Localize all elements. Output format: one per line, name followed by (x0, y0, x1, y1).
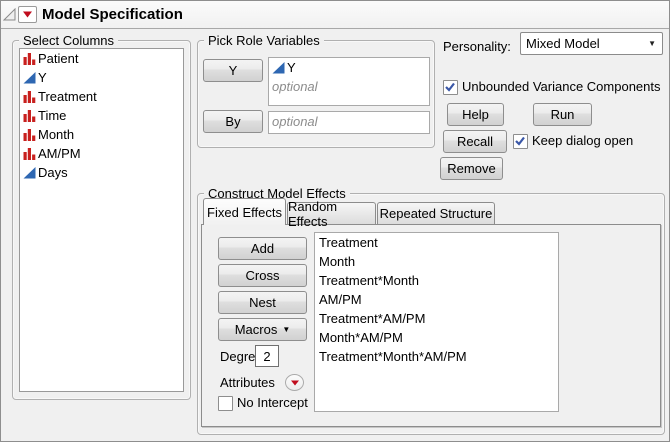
model-effects-list: Treatment Month Treatment*Month AM/PM Tr… (314, 232, 559, 412)
column-list-item[interactable]: Y (20, 68, 183, 87)
attributes-red-triangle-button[interactable] (285, 374, 304, 391)
column-name: Month (38, 127, 74, 142)
nominal-column-icon (23, 90, 36, 103)
help-button[interactable]: Help (447, 103, 504, 126)
nest-button[interactable]: Nest (218, 291, 307, 314)
model-effect-item[interactable]: Treatment*Month*AM/PM (315, 347, 558, 366)
column-name: Patient (38, 51, 78, 66)
run-button[interactable]: Run (533, 103, 592, 126)
nominal-column-icon (23, 147, 36, 160)
column-list-item[interactable]: AM/PM (20, 144, 183, 163)
keep-dialog-open-checkbox[interactable] (513, 134, 528, 149)
personality-combo[interactable]: Mixed Model ▼ (520, 32, 663, 55)
tab-repeated-structure[interactable]: Repeated Structure (377, 202, 495, 224)
y-role-list: Y optional (268, 57, 430, 106)
combo-arrow-icon: ▼ (648, 39, 662, 48)
select-columns-group: Select Columns Patient (12, 40, 191, 400)
by-role-button[interactable]: By (203, 110, 263, 133)
personality-value: Mixed Model (521, 36, 648, 51)
model-effect-item[interactable]: Treatment*AM/PM (315, 309, 558, 328)
column-name: Treatment (38, 89, 97, 104)
y-role-item[interactable]: Y (269, 58, 429, 77)
y-role-item-label: Y (287, 60, 296, 75)
nominal-column-icon (23, 52, 36, 65)
recall-button[interactable]: Recall (443, 130, 507, 153)
column-list-item[interactable]: Days (20, 163, 183, 182)
model-effect-item[interactable]: Month (315, 252, 558, 271)
macros-button[interactable]: Macros ▼ (218, 318, 307, 341)
y-role-button[interactable]: Y (203, 59, 263, 82)
model-effect-item[interactable]: AM/PM (315, 290, 558, 309)
column-name: Time (38, 108, 66, 123)
continuous-column-icon (23, 166, 36, 179)
no-intercept-label: No Intercept (237, 395, 308, 410)
add-button[interactable]: Add (218, 237, 307, 260)
column-name: AM/PM (38, 146, 81, 161)
y-role-placeholder: optional (269, 77, 429, 96)
column-name: Y (38, 70, 47, 85)
nominal-column-icon (23, 109, 36, 122)
remove-button[interactable]: Remove (440, 157, 503, 180)
model-specification-dialog: Model Specification Select Columns Patie… (0, 0, 670, 442)
column-list-item[interactable]: Month (20, 125, 183, 144)
attributes-label: Attributes (220, 375, 275, 390)
outline-collapse-icon[interactable] (3, 8, 16, 21)
degree-input[interactable] (255, 345, 279, 367)
by-role-list[interactable]: optional (268, 111, 430, 134)
page-title: Model Specification (42, 6, 183, 23)
column-list-item[interactable]: Patient (20, 49, 183, 68)
tab-random-effects[interactable]: Random Effects (287, 202, 376, 224)
cross-button[interactable]: Cross (218, 264, 307, 287)
keep-dialog-open-label: Keep dialog open (532, 133, 633, 148)
column-name: Days (38, 165, 68, 180)
by-role-placeholder: optional (269, 112, 429, 131)
check-icon (445, 82, 455, 92)
model-effect-item[interactable]: Month*AM/PM (315, 328, 558, 347)
unbounded-variance-label: Unbounded Variance Components (462, 79, 661, 94)
title-bar: Model Specification (1, 1, 669, 29)
red-triangle-menu-button[interactable] (18, 6, 37, 23)
continuous-column-icon (23, 71, 36, 84)
personality-label: Personality: (443, 39, 511, 54)
column-list-item[interactable]: Treatment (20, 87, 183, 106)
red-triangle-icon (23, 11, 32, 18)
red-triangle-icon (291, 380, 299, 386)
nominal-column-icon (23, 128, 36, 141)
model-effect-item[interactable]: Treatment (315, 233, 558, 252)
select-columns-list: Patient Y (19, 48, 184, 392)
model-effect-item[interactable]: Treatment*Month (315, 271, 558, 290)
column-list-item[interactable]: Time (20, 106, 183, 125)
tab-fixed-effects[interactable]: Fixed Effects (203, 198, 286, 225)
select-columns-title: Select Columns (19, 33, 118, 48)
check-icon (515, 136, 525, 146)
unbounded-variance-checkbox[interactable] (443, 80, 458, 95)
macros-dropdown-arrow-icon: ▼ (282, 325, 290, 334)
no-intercept-checkbox[interactable] (218, 396, 233, 411)
continuous-column-icon (272, 61, 285, 74)
pick-role-variables-title: Pick Role Variables (204, 33, 324, 48)
